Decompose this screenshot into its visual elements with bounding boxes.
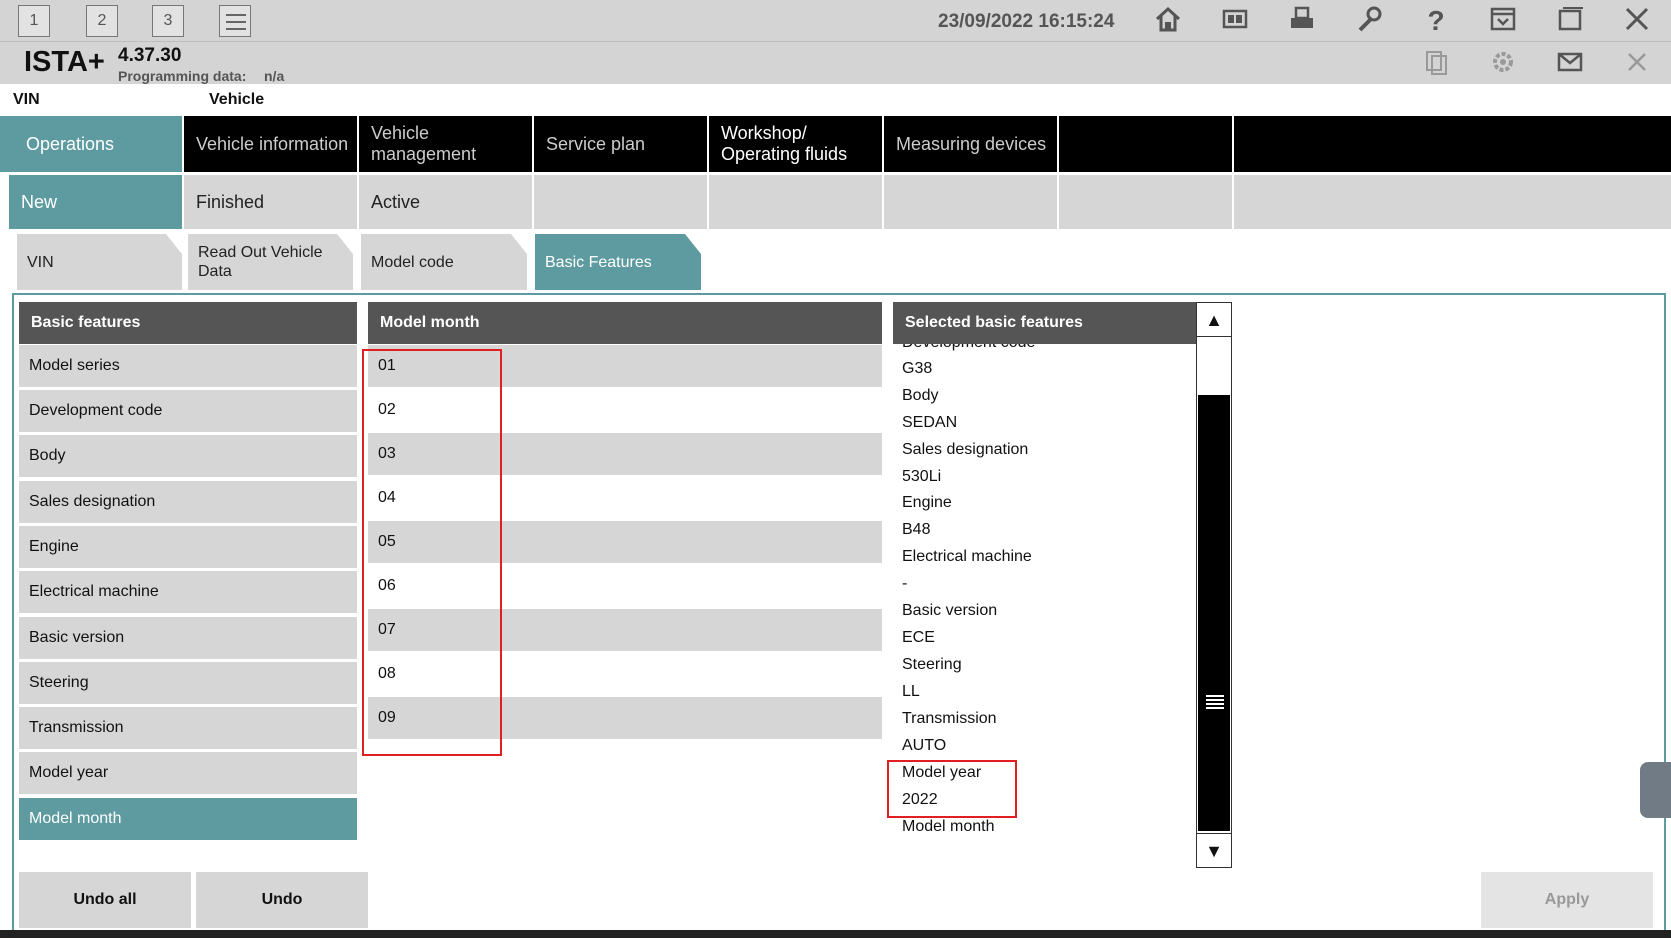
selected-item: -: [902, 575, 908, 592]
tab-measuring-devices[interactable]: Measuring devices: [884, 116, 1059, 172]
subtab-new[interactable]: New: [9, 175, 182, 229]
subtab-empty-2: [709, 175, 882, 229]
wizard-tab-model-code[interactable]: Model code: [361, 234, 527, 290]
app-header: ISTA+ 4.37.30 Programming data: n/a: [0, 42, 1671, 84]
feature-model-series[interactable]: Model series: [19, 345, 357, 387]
side-panel-handle[interactable]: [1640, 762, 1671, 818]
scroll-up-arrow-icon[interactable]: ▲: [1197, 303, 1231, 337]
undo-all-button[interactable]: Undo all: [19, 872, 191, 928]
subtab-empty-1: [534, 175, 707, 229]
selected-item: ECE: [902, 629, 935, 646]
list-icon[interactable]: [219, 5, 251, 37]
selected-item: Electrical machine: [902, 548, 1032, 565]
subtab-active[interactable]: Active: [359, 175, 532, 229]
tab-operations[interactable]: Operations: [0, 116, 184, 172]
basic-features-header: Basic features: [19, 302, 357, 344]
feature-model-year[interactable]: Model year: [19, 752, 357, 794]
vin-label: VIN: [13, 91, 40, 108]
selected-item: G38: [902, 360, 933, 377]
wrench-icon[interactable]: [1352, 4, 1386, 38]
model-month-header: Model month: [368, 302, 882, 344]
window-restore-icon[interactable]: [1553, 4, 1587, 38]
feature-engine[interactable]: Engine: [19, 526, 357, 568]
selected-item: Body: [902, 387, 939, 404]
wizard-tab-vin[interactable]: VIN: [17, 234, 182, 290]
session-tab-2[interactable]: 2: [86, 5, 118, 37]
vehicle-data-icon[interactable]: [1218, 4, 1252, 38]
subtab-empty-5: [1234, 175, 1671, 229]
feature-transmission[interactable]: Transmission: [19, 707, 357, 749]
selected-item: Model month: [902, 818, 995, 835]
tab-service-plan[interactable]: Service plan: [534, 116, 709, 172]
print-icon[interactable]: [1285, 4, 1319, 38]
selected-item: SEDAN: [902, 414, 958, 431]
close-icon[interactable]: [1620, 4, 1654, 38]
tab-empty: [1059, 116, 1234, 172]
highlight-box-months: [362, 349, 502, 756]
selected-item: Sales designation: [902, 441, 1029, 458]
main-tabs: Operations Vehicle information Vehicle m…: [0, 116, 1671, 172]
wizard-tab-read-out-vehicle-data[interactable]: Read Out Vehicle Data: [188, 234, 353, 290]
selected-item: Transmission: [902, 710, 997, 727]
programming-data-value: n/a: [264, 68, 285, 84]
session-tab-1[interactable]: 1: [18, 5, 50, 37]
highlight-box-model-year: [887, 760, 1017, 818]
scroll-down-arrow-icon[interactable]: ▼: [1197, 833, 1231, 867]
apply-button[interactable]: Apply: [1481, 872, 1653, 928]
vehicle-label: Vehicle: [209, 91, 265, 108]
selected-features-clip: Development code: [893, 344, 1196, 352]
help-icon[interactable]: ?: [1419, 4, 1453, 38]
wizard-tab-basic-features[interactable]: Basic Features: [535, 234, 701, 290]
selected-item: 530Li: [902, 468, 942, 485]
selected-basic-features-header: Selected basic features: [893, 302, 1196, 344]
selected-item: Steering: [902, 656, 962, 673]
feature-body[interactable]: Body: [19, 435, 357, 477]
vehicle-info-row: VIN Vehicle: [0, 84, 1671, 116]
tab-vehicle-information[interactable]: Vehicle information: [184, 116, 359, 172]
dropdown-menu-icon[interactable]: [1486, 4, 1520, 38]
app-name: ISTA+: [24, 46, 105, 78]
copy-document-icon[interactable]: [1419, 47, 1453, 79]
session-tab-3[interactable]: 3: [152, 5, 184, 37]
feature-steering[interactable]: Steering: [19, 662, 357, 704]
selected-item: B48: [902, 521, 931, 538]
top-toolbar: 1 2 3 23/09/2022 16:15:24 ?: [0, 0, 1671, 42]
app-version: 4.37.30: [118, 45, 182, 66]
selected-item: LL: [902, 683, 920, 700]
undo-button[interactable]: Undo: [196, 872, 368, 928]
selected-item: AUTO: [902, 737, 947, 754]
selected-item: Engine: [902, 494, 952, 511]
programming-data-label: Programming data:: [118, 68, 247, 84]
subtab-empty-4: [1059, 175, 1232, 229]
close-session-icon[interactable]: [1620, 47, 1654, 79]
sub-tabs: New Finished Active: [0, 172, 1671, 232]
selected-item: Basic version: [902, 602, 998, 619]
mail-icon[interactable]: [1553, 47, 1587, 79]
selected-features-scrollbar[interactable]: ▲ ▼: [1196, 302, 1232, 868]
tab-vehicle-management[interactable]: Vehicle management: [359, 116, 534, 172]
selected-partial-item: Development code: [902, 344, 1035, 352]
feature-development-code[interactable]: Development code: [19, 390, 357, 432]
subtab-empty-3: [884, 175, 1057, 229]
feature-model-month[interactable]: Model month: [19, 798, 357, 840]
settings-gear-icon[interactable]: [1486, 47, 1520, 79]
scroll-thumb[interactable]: [1198, 395, 1230, 831]
feature-electrical-machine[interactable]: Electrical machine: [19, 571, 357, 613]
feature-sales-designation[interactable]: Sales designation: [19, 481, 357, 523]
datetime: 23/09/2022 16:15:24: [938, 11, 1115, 32]
home-icon[interactable]: [1151, 4, 1185, 38]
tab-workshop-operating-fluids[interactable]: Workshop/ Operating fluids: [709, 116, 884, 172]
bottom-bar: [0, 930, 1671, 938]
feature-basic-version[interactable]: Basic version: [19, 617, 357, 659]
subtab-finished[interactable]: Finished: [184, 175, 357, 229]
grip-icon: [1206, 695, 1224, 709]
